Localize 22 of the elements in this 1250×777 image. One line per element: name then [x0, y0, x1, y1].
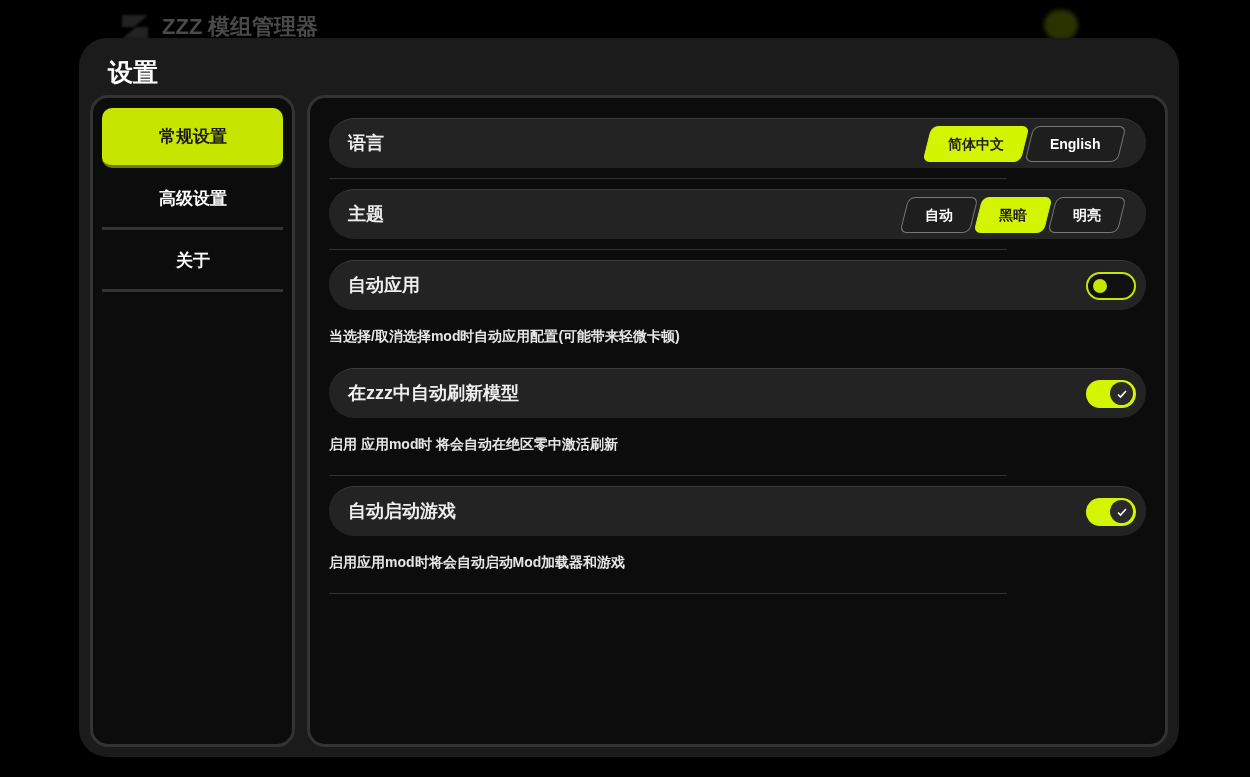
option-button[interactable]: 自动: [899, 196, 979, 233]
option-button[interactable]: English: [1024, 125, 1127, 162]
option-button[interactable]: 简体中文: [922, 125, 1030, 162]
sidebar-tab[interactable]: 高级设置: [102, 170, 283, 230]
toggle-switch[interactable]: [1086, 497, 1136, 526]
setting-label: 在zzz中自动刷新模型: [348, 382, 519, 405]
app-title: ZZZ 模组管理器: [162, 13, 319, 41]
option-button[interactable]: 黑暗: [973, 196, 1053, 233]
setting-description: 启用应用mod时将会自动启动Mod加载器和游戏: [329, 553, 627, 572]
toggle-switch[interactable]: [1086, 271, 1136, 300]
setting-description: 当选择/取消选择mod时自动应用配置(可能带来轻微卡顿): [329, 327, 681, 346]
option-button[interactable]: 明亮: [1047, 196, 1127, 233]
sidebar-tab[interactable]: 关于: [102, 232, 283, 292]
toggle-switch[interactable]: [1086, 379, 1136, 408]
setting-label: 自动应用: [348, 274, 420, 297]
setting-label: 主题: [348, 203, 384, 226]
setting-description: 启用 应用mod时 将会自动在绝区零中激活刷新: [329, 435, 620, 454]
logo-icon: [120, 12, 150, 41]
setting-label: 自动启动游戏: [348, 500, 456, 523]
dialog-title: 设置: [106, 57, 159, 88]
sidebar-tab[interactable]: 常规设置: [102, 108, 283, 168]
setting-label: 语言: [348, 132, 384, 155]
